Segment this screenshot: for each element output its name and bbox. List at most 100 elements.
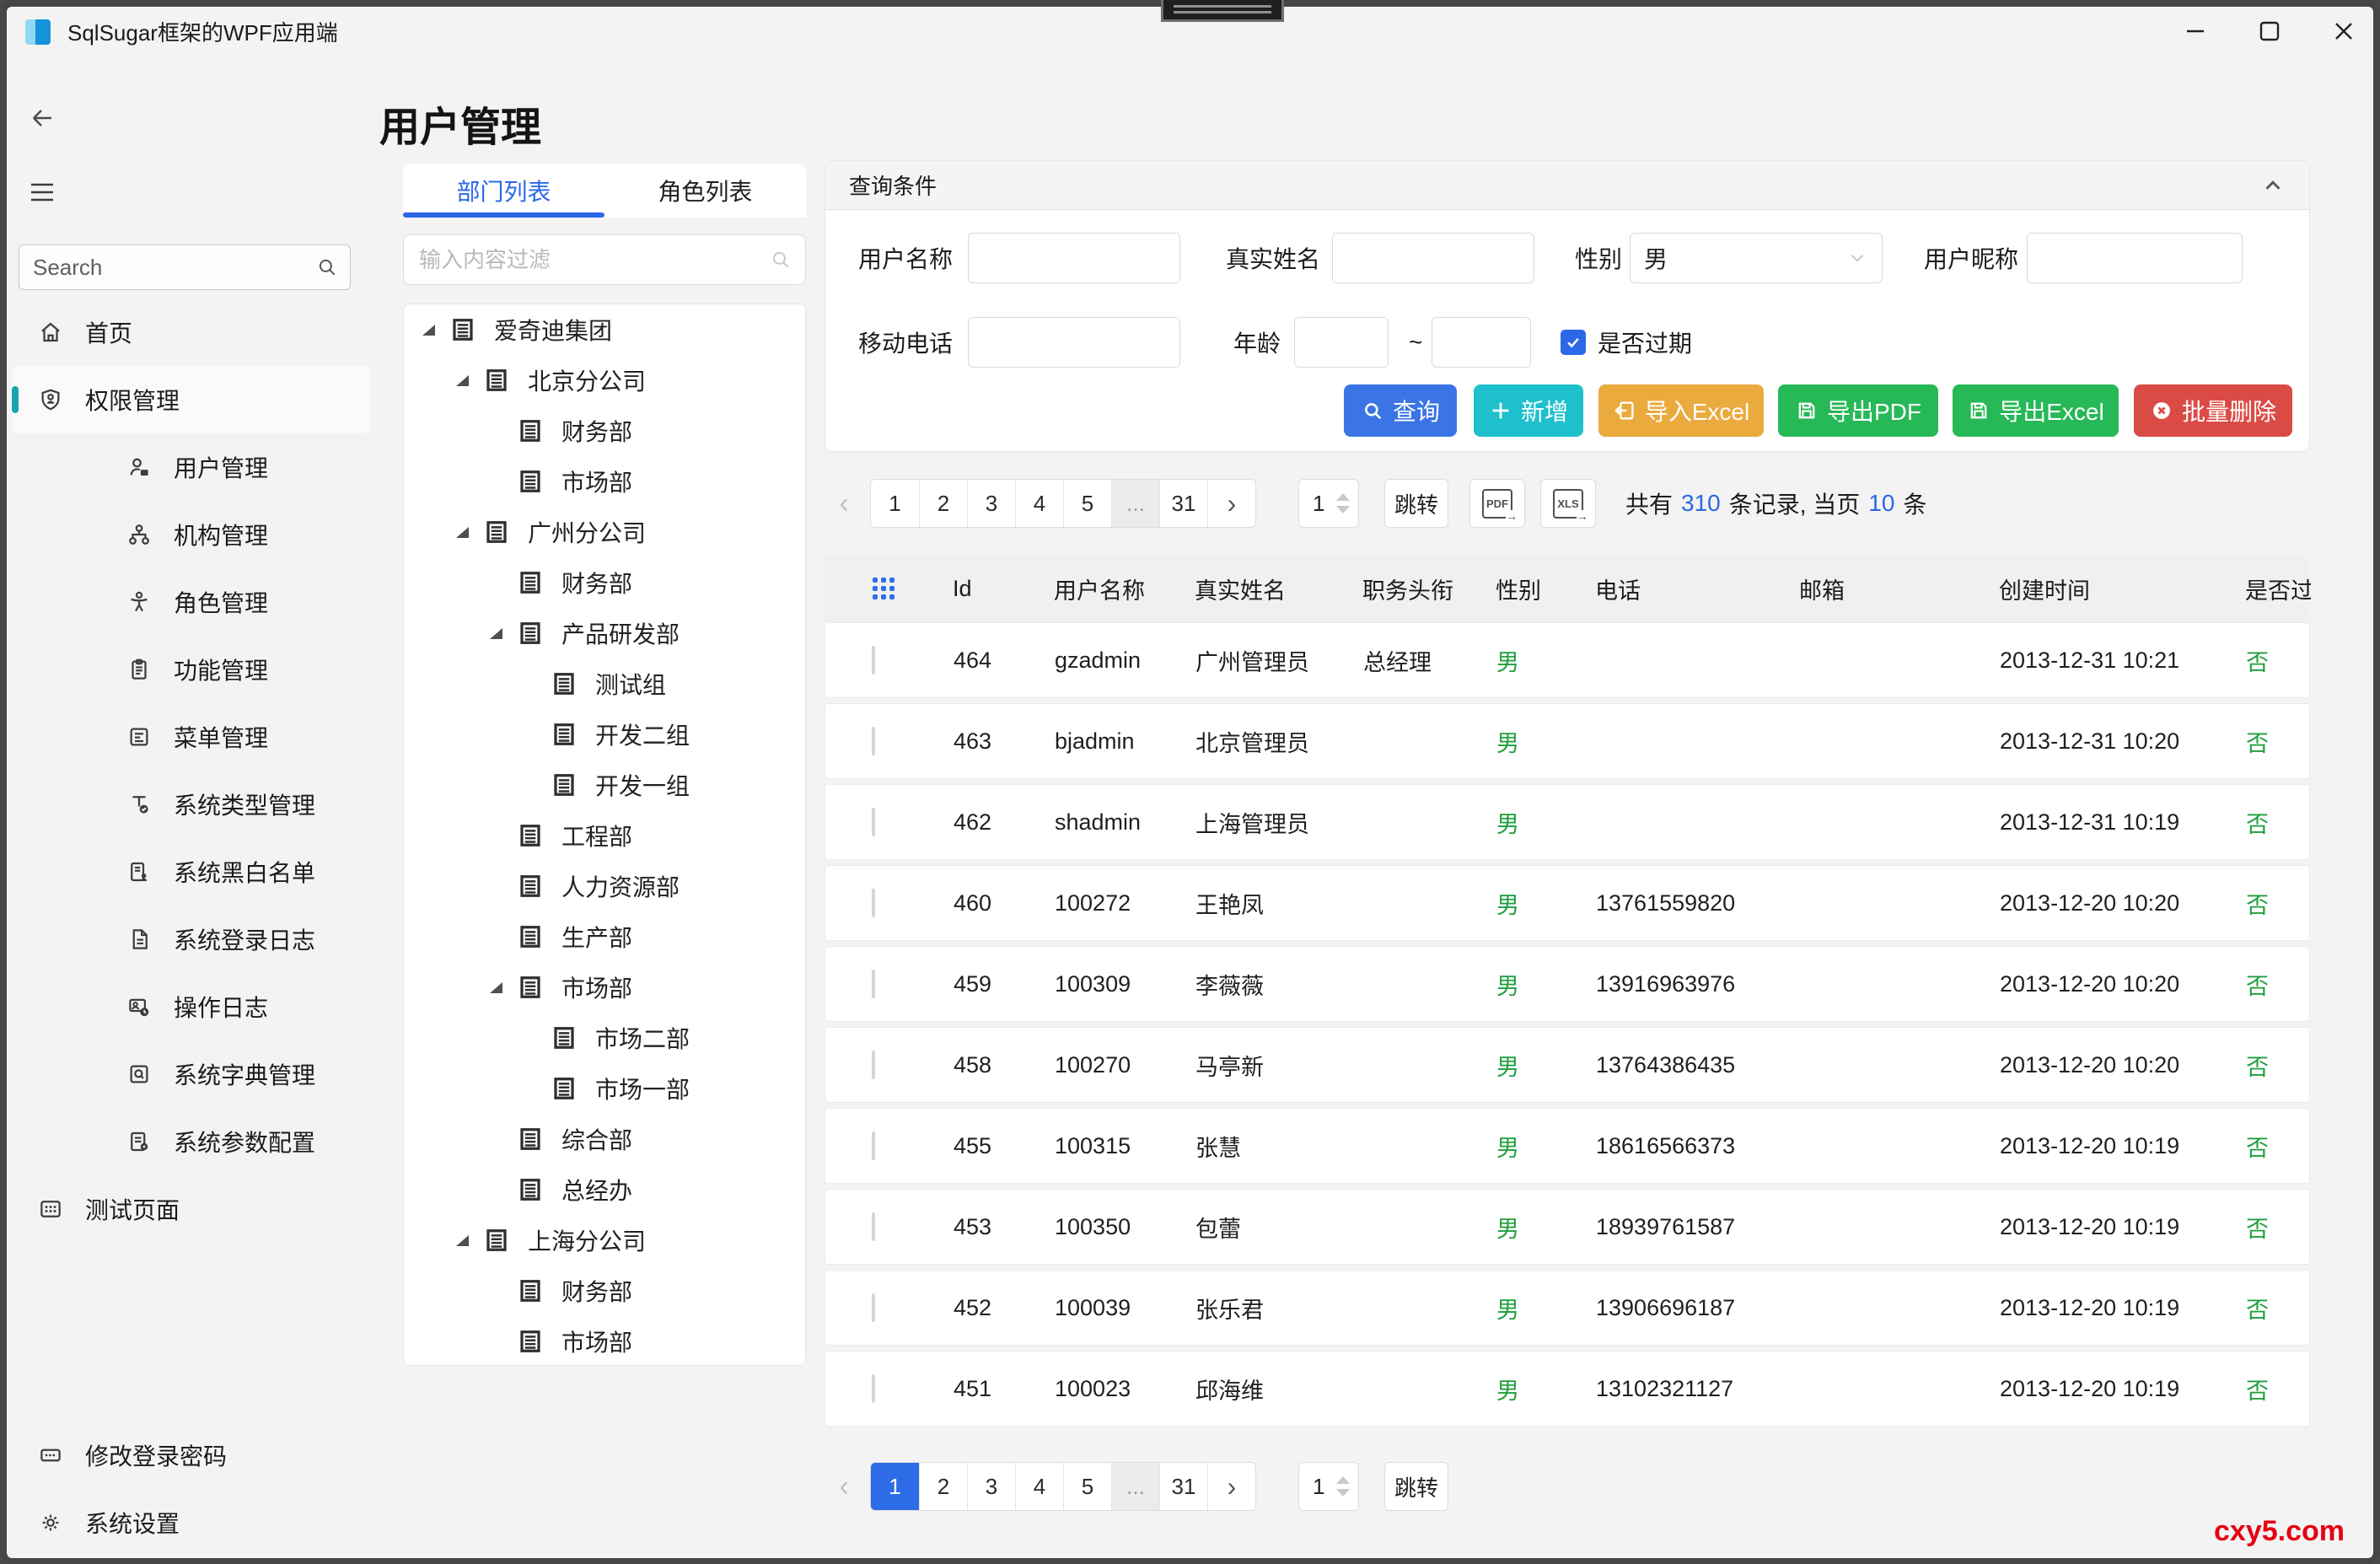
tree-node[interactable]: 总经办 — [404, 1164, 805, 1215]
back-button[interactable] — [22, 99, 62, 137]
row-checkbox[interactable] — [872, 1374, 875, 1403]
sidebar-item[interactable]: 权限管理 — [12, 366, 370, 433]
row-checkbox[interactable] — [872, 727, 875, 755]
pager-prev-button[interactable]: ‹ — [825, 1462, 863, 1511]
page-cell[interactable]: 2 — [919, 480, 967, 527]
row-checkbox[interactable] — [872, 1131, 875, 1160]
realname-field[interactable] — [1332, 233, 1534, 283]
action-button[interactable]: 新增 — [1474, 384, 1583, 437]
header-created[interactable]: 创建时间 — [1999, 572, 2245, 605]
tree-node[interactable]: 北京分公司 — [404, 355, 805, 406]
sidebar-item[interactable]: 功能管理 — [12, 636, 370, 703]
header-id[interactable]: Id — [953, 576, 1054, 602]
expander-icon[interactable] — [456, 1235, 469, 1246]
header-username[interactable]: 用户名称 — [1054, 572, 1195, 605]
gender-select[interactable]: 男 — [1630, 233, 1883, 283]
tree-node[interactable]: 市场部 — [404, 1316, 805, 1366]
drag-handle-icon[interactable] — [871, 576, 896, 601]
table-row[interactable]: 462 shadmin 上海管理员 男 2013-12-31 10:19 否 — [825, 784, 2310, 860]
action-button[interactable]: 导出Excel — [1953, 384, 2119, 437]
sidebar-item[interactable]: 用户管理 — [12, 433, 370, 501]
sidebar-item[interactable]: 菜单管理 — [12, 703, 370, 771]
search-input[interactable] — [31, 254, 316, 282]
tree-node[interactable]: 财务部 — [404, 406, 805, 456]
table-row[interactable]: 464 gzadmin 广州管理员 总经理 男 2013-12-31 10:21… — [825, 622, 2310, 698]
page-cell[interactable]: 31 — [1159, 480, 1207, 527]
sidebar-item[interactable]: 操作日志 — [12, 973, 370, 1040]
nickname-field[interactable] — [2027, 233, 2243, 283]
row-checkbox[interactable] — [872, 889, 875, 917]
export-xls-icon-button[interactable]: XLS — [1540, 479, 1596, 528]
page-cell[interactable]: 4 — [1015, 1463, 1063, 1510]
tree-node[interactable]: 上海分公司 — [404, 1215, 805, 1266]
header-phone[interactable]: 电话 — [1595, 572, 1799, 605]
row-checkbox[interactable] — [872, 1051, 875, 1079]
page-cell[interactable]: 3 — [967, 480, 1015, 527]
sidebar-item[interactable]: 系统设置 — [12, 1489, 370, 1556]
expired-checkbox[interactable] — [1561, 330, 1586, 355]
tree-node[interactable]: 人力资源部 — [404, 861, 805, 911]
sidebar-item[interactable]: 机构管理 — [12, 501, 370, 568]
username-field[interactable] — [968, 233, 1180, 283]
collapse-chevron-icon[interactable] — [2260, 173, 2286, 198]
tree-node[interactable]: 市场一部 — [404, 1063, 805, 1114]
expander-icon[interactable] — [490, 982, 502, 993]
spinner-arrows-icon[interactable] — [1336, 1476, 1350, 1497]
sidebar-item[interactable]: 系统字典管理 — [12, 1040, 370, 1108]
row-checkbox[interactable] — [872, 1212, 875, 1241]
tree-node[interactable]: 市场二部 — [404, 1013, 805, 1063]
tree-node[interactable]: 市场部 — [404, 456, 805, 507]
table-row[interactable]: 452 100039 张乐君 男 13906696187 2013-12-20 … — [825, 1270, 2310, 1346]
tree-node[interactable]: 工程部 — [404, 810, 805, 861]
close-button[interactable] — [2315, 10, 2372, 52]
header-gender[interactable]: 性别 — [1496, 572, 1595, 605]
tree-node[interactable]: 市场部 — [404, 962, 805, 1013]
tree-tab[interactable]: 角色列表 — [604, 164, 806, 218]
tree-node[interactable]: 产品研发部 — [404, 608, 805, 658]
sidebar-item[interactable]: 测试页面 — [12, 1175, 370, 1243]
page-cell[interactable]: 2 — [919, 1463, 967, 1510]
age-max-field[interactable] — [1432, 317, 1531, 368]
phone-field[interactable] — [968, 317, 1180, 368]
tree-node[interactable]: 生产部 — [404, 911, 805, 962]
query-panel-header[interactable]: 查询条件 — [825, 161, 2309, 210]
header-expired[interactable]: 是否过期 — [2245, 572, 2311, 605]
table-row[interactable]: 460 100272 王艳凤 男 13761559820 2013-12-20 … — [825, 865, 2310, 941]
tree-filter-input[interactable] — [417, 246, 770, 274]
sidebar-item[interactable]: 系统参数配置 — [12, 1108, 370, 1175]
tree-node[interactable]: 开发一组 — [404, 760, 805, 810]
expander-icon[interactable] — [456, 527, 469, 538]
sidebar-item[interactable]: 系统类型管理 — [12, 771, 370, 838]
table-row[interactable]: 453 100350 包蕾 男 18939761587 2013-12-20 1… — [825, 1189, 2310, 1265]
page-cell[interactable]: 1 — [871, 1463, 919, 1510]
maximize-button[interactable] — [2241, 10, 2298, 52]
tree-node[interactable]: 广州分公司 — [404, 507, 805, 557]
tree-tab[interactable]: 部门列表 — [403, 164, 604, 218]
page-cell[interactable]: 5 — [1063, 1463, 1111, 1510]
expander-icon[interactable] — [456, 375, 469, 386]
tree-node[interactable]: 测试组 — [404, 658, 805, 709]
pager-next-button[interactable]: › — [1207, 1463, 1255, 1510]
tree-node[interactable]: 开发二组 — [404, 709, 805, 760]
jump-button[interactable]: 跳转 — [1384, 479, 1448, 528]
page-cell[interactable]: ... — [1111, 1463, 1159, 1510]
sidebar-item[interactable]: 角色管理 — [12, 568, 370, 636]
tree-node[interactable]: 爱奇迪集团 — [404, 304, 805, 355]
table-row[interactable]: 451 100023 邱海维 男 13102321127 2013-12-20 … — [825, 1351, 2310, 1427]
pager-prev-button[interactable]: ‹ — [825, 479, 863, 528]
sidebar-item[interactable]: 系统登录日志 — [12, 906, 370, 973]
sidebar-item[interactable]: 首页 — [12, 298, 370, 366]
row-checkbox[interactable] — [872, 808, 875, 836]
table-row[interactable]: 455 100315 张慧 男 18616566373 2013-12-20 1… — [825, 1108, 2310, 1184]
nav-menu-button[interactable] — [22, 174, 62, 211]
header-realname[interactable]: 真实姓名 — [1195, 572, 1362, 605]
sidebar-item[interactable]: 修改登录密码 — [12, 1422, 370, 1489]
tree-node[interactable]: 财务部 — [404, 1266, 805, 1316]
expander-icon[interactable] — [490, 628, 502, 639]
page-jump-spinner[interactable]: 1 — [1298, 1462, 1359, 1511]
header-email[interactable]: 邮箱 — [1799, 572, 1999, 605]
expander-icon[interactable] — [422, 325, 435, 336]
action-button[interactable]: 查询 — [1344, 384, 1457, 437]
table-row[interactable]: 459 100309 李薇薇 男 13916963976 2013-12-20 … — [825, 946, 2310, 1022]
page-cell[interactable]: ... — [1111, 480, 1159, 527]
